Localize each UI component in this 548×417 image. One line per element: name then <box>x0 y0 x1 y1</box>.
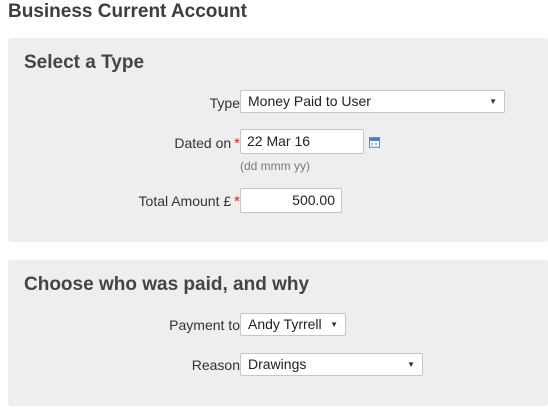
section-title-payment: Choose who was paid, and why <box>24 274 310 295</box>
total-amount-label-text: Total Amount £ <box>138 193 232 209</box>
date-input[interactable]: 22 Mar 16 <box>240 129 364 154</box>
dated-on-label: Dated on * <box>174 134 240 153</box>
reason-select[interactable]: Drawings ▼ <box>240 353 423 376</box>
reason-label: Reason <box>191 357 240 373</box>
dated-on-label-text: Dated on <box>174 135 232 151</box>
page-title: Business Current Account <box>8 1 247 22</box>
calendar-icon-cell <box>375 143 377 145</box>
date-format-hint: (dd mmm yy) <box>240 159 310 173</box>
calendar-icon-cell <box>375 146 377 148</box>
chevron-down-icon: ▼ <box>489 97 497 106</box>
payment-to-label: Payment to <box>169 317 240 333</box>
total-amount-label: Total Amount £ * <box>139 192 240 211</box>
type-label: Type <box>209 95 240 111</box>
calendar-icon-header <box>370 138 379 141</box>
calendar-icon-cell <box>371 143 373 145</box>
calendar-icon-cell <box>371 146 373 148</box>
reason-select-value: Drawings <box>248 356 307 372</box>
payment-to-select-value: Andy Tyrrell <box>248 316 322 332</box>
chevron-down-icon: ▼ <box>330 320 338 329</box>
type-select-value: Money Paid to User <box>248 93 371 109</box>
payment-panel: Choose who was paid, and why Payment to … <box>8 260 548 406</box>
payment-to-select[interactable]: Andy Tyrrell ▼ <box>240 313 346 336</box>
chevron-down-icon: ▼ <box>407 360 415 369</box>
total-amount-input[interactable]: 500.00 <box>240 188 342 213</box>
section-title-select-type: Select a Type <box>24 52 145 73</box>
type-select[interactable]: Money Paid to User ▼ <box>240 90 505 113</box>
calendar-icon[interactable] <box>369 137 380 148</box>
select-type-panel: Select a Type Type Money Paid to User ▼ … <box>8 38 548 242</box>
